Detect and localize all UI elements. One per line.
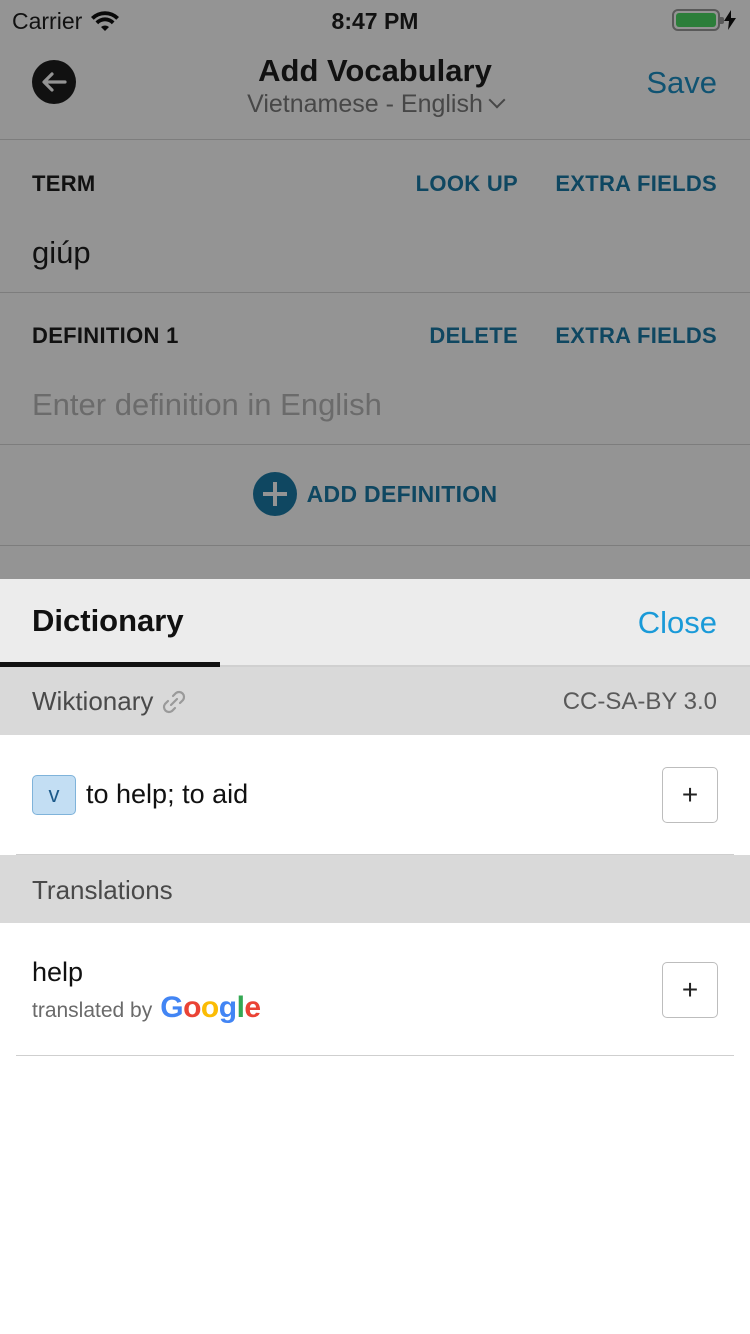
tab-dictionary[interactable]: Dictionary (32, 603, 184, 639)
translated-by-attribution: translated by Google (32, 991, 261, 1025)
add-definition-entry-button[interactable]: + (662, 767, 718, 823)
license-label: CC-SA-BY 3.0 (562, 688, 717, 715)
add-translation-button[interactable]: + (662, 962, 718, 1018)
definition-text: to help; to aid (86, 779, 249, 809)
wiktionary-label: Wiktionary (32, 686, 154, 716)
sheet-header: Dictionary Close (0, 579, 750, 667)
translations-title: Translations (32, 875, 173, 905)
translated-by-label: translated by (32, 999, 153, 1022)
translations-section-header: Translations (0, 855, 750, 923)
link-icon (163, 690, 186, 713)
translation-text: help (32, 957, 84, 987)
translation-entry: help translated by Google + (0, 923, 750, 1056)
close-button[interactable]: Close (638, 605, 717, 641)
row-divider (16, 1055, 734, 1056)
wiktionary-section-header: Wiktionary CC-SA-BY 3.0 (0, 667, 750, 735)
part-of-speech-badge: v (32, 775, 76, 815)
google-logo: Google (160, 991, 261, 1024)
wiktionary-source[interactable]: Wiktionary (32, 686, 189, 717)
definition-entry: v to help; to aid + (0, 735, 750, 855)
dictionary-sheet: Dictionary Close Wiktionary CC-SA-BY 3.0… (0, 579, 750, 1334)
